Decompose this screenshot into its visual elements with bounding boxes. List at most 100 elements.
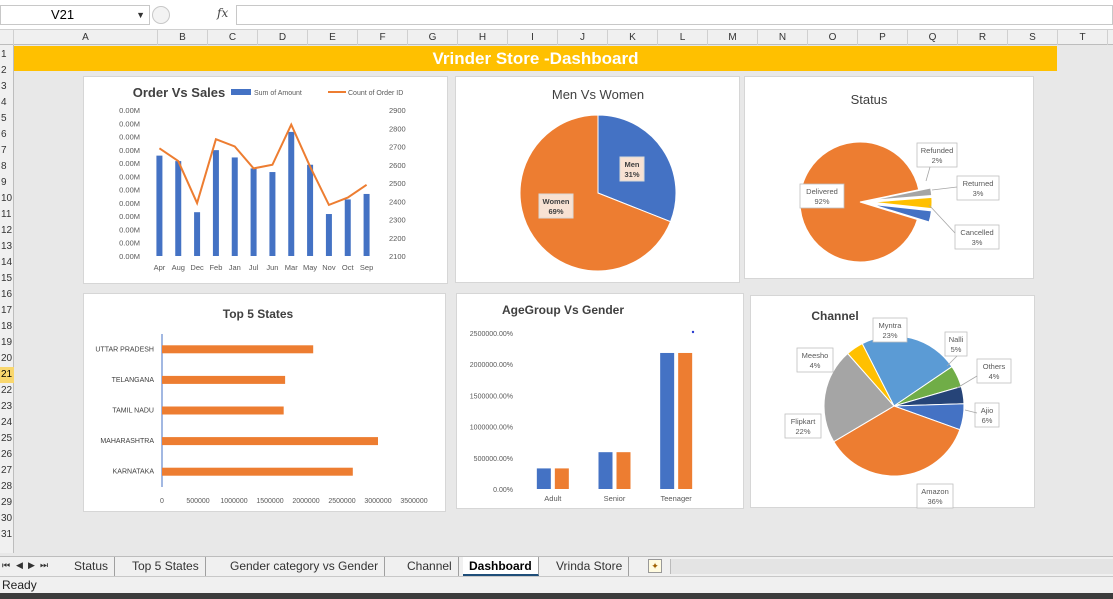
next-sheet-icon[interactable]: ▶ [28, 560, 35, 571]
status-refunded-label: Refunded [921, 146, 954, 155]
ovs-left-tick: 0.00M [119, 159, 140, 168]
column-header-t[interactable]: T [1058, 30, 1108, 45]
column-header-l[interactable]: L [658, 30, 708, 45]
states-bar-uttar-pradesh [162, 345, 314, 354]
row-header-26[interactable]: 26 [0, 447, 14, 463]
column-header-q[interactable]: Q [908, 30, 958, 45]
column-header-e[interactable]: E [308, 30, 358, 45]
column-header-f[interactable]: F [358, 30, 408, 45]
column-header-n[interactable]: N [758, 30, 808, 45]
ovs-bar-mar [288, 131, 295, 256]
row-header-31[interactable]: 31 [0, 527, 14, 543]
age-bar-adult-series-2 [554, 468, 569, 489]
tab-channel[interactable]: Channel [401, 557, 459, 576]
age-x-tick: Teenager [661, 494, 693, 503]
row-header-9[interactable]: 9 [0, 175, 14, 191]
row-header-19[interactable]: 19 [0, 335, 14, 351]
column-header-j[interactable]: J [558, 30, 608, 45]
row-header-20[interactable]: 20 [0, 351, 14, 367]
tab-dashboard[interactable]: Dashboard [463, 557, 539, 576]
column-header-h[interactable]: H [458, 30, 508, 45]
order-vs-sales-chart[interactable]: Order Vs Sales Sum of Amount Count of Orde… [83, 76, 448, 284]
men-vs-women-chart[interactable]: Men Vs Women Men 31% Women 69% [455, 76, 740, 283]
row-header-15[interactable]: 15 [0, 271, 14, 287]
row-header-18[interactable]: 18 [0, 319, 14, 335]
status-chart[interactable]: Status Delivered 92% Refunded 2% Returned 3% Ca… [744, 76, 1034, 279]
row-header-11[interactable]: 11 [0, 207, 14, 223]
age-bar-teenager-series-2 [678, 352, 693, 489]
column-header-o[interactable]: O [808, 30, 858, 45]
column-header-i[interactable]: I [508, 30, 558, 45]
column-header-g[interactable]: G [408, 30, 458, 45]
row-header-10[interactable]: 10 [0, 191, 14, 207]
ovs-bar-jun [269, 172, 276, 256]
status-text: Ready [2, 578, 37, 592]
ovs-x-tick: Mar [285, 263, 298, 272]
tab-gender-category-vs-gender[interactable]: Gender category vs Gender [224, 557, 386, 576]
name-box-value: V21 [51, 7, 75, 22]
status-refunded-pct: 2% [932, 156, 943, 165]
ovs-right-tick: 2600 [389, 161, 406, 170]
column-header-m[interactable]: M [708, 30, 758, 45]
row-header-30[interactable]: 30 [0, 511, 14, 527]
channel-chart[interactable]: Channel Myntra 23% Nalli 5% Others 4% Ajio 6% Ama… [750, 295, 1035, 509]
states-category-label: TELANGANA [112, 377, 155, 384]
column-header-b[interactable]: B [158, 30, 208, 45]
agegroup-vs-gender-chart[interactable]: AgeGroup Vs Gender 2500000.00% 2000000.00%… [456, 293, 744, 509]
sheet-tabs-bar: ⏮ ◀ ▶ ⏭ Status Top 5 States Gender categ… [0, 556, 1113, 576]
row-header-12[interactable]: 12 [0, 223, 14, 239]
status-cancelled-pct: 3% [972, 238, 983, 247]
row-header-21[interactable]: 21 [0, 367, 14, 383]
row-header-23[interactable]: 23 [0, 399, 14, 415]
column-header-k[interactable]: K [608, 30, 658, 45]
row-header-3[interactable]: 3 [0, 79, 14, 95]
row-header-5[interactable]: 5 [0, 111, 14, 127]
row-header-6[interactable]: 6 [0, 127, 14, 143]
row-header-29[interactable]: 29 [0, 495, 14, 511]
channel-leader-line-1 [946, 355, 958, 367]
row-header-13[interactable]: 13 [0, 239, 14, 255]
row-header-1[interactable]: 1 [0, 47, 14, 63]
mvw-pct-women: 69% [548, 207, 563, 216]
states-x-tick: 500000 [186, 498, 209, 505]
chevron-down-icon[interactable]: ▼ [136, 6, 145, 24]
tab-vrinda-store[interactable]: Vrinda Store [550, 557, 630, 576]
age-y-tick: 1000000.00% [470, 425, 513, 432]
prev-sheet-icon[interactable]: ◀ [16, 560, 23, 571]
column-header-a[interactable]: A [14, 30, 158, 45]
first-sheet-icon[interactable]: ⏮ [2, 560, 10, 571]
column-header-s[interactable]: S [1008, 30, 1058, 45]
tab-top-5-states[interactable]: Top 5 States [126, 557, 206, 576]
column-header-c[interactable]: C [208, 30, 258, 45]
fx-icon[interactable]: fx [217, 6, 228, 20]
row-header-8[interactable]: 8 [0, 159, 14, 175]
age-y-tick: 0.00% [493, 487, 513, 494]
tab-status[interactable]: Status [68, 557, 116, 576]
row-header-7[interactable]: 7 [0, 143, 14, 159]
new-sheet-icon[interactable]: ✦ [648, 559, 662, 573]
row-header-16[interactable]: 16 [0, 287, 14, 303]
states-bar-karnataka [162, 467, 353, 476]
column-header-d[interactable]: D [258, 30, 308, 45]
status-returned-label: Returned [963, 179, 994, 188]
row-header-14[interactable]: 14 [0, 255, 14, 271]
formula-input[interactable] [236, 5, 1113, 25]
row-header-28[interactable]: 28 [0, 479, 14, 495]
row-header-4[interactable]: 4 [0, 95, 14, 111]
mvw-label-women: Women [543, 197, 570, 206]
row-header-24[interactable]: 24 [0, 415, 14, 431]
last-sheet-icon[interactable]: ⏭ [40, 560, 48, 571]
row-header-27[interactable]: 27 [0, 463, 14, 479]
channel-flipkart-label: Flipkart [791, 417, 817, 426]
top5-states-chart[interactable]: Top 5 States UTTAR PRADESH TELANGANA TAMIL … [83, 293, 446, 512]
row-header-25[interactable]: 25 [0, 431, 14, 447]
horizontal-scrollbar[interactable] [670, 559, 1113, 574]
name-box[interactable]: V21 ▼ [0, 5, 150, 25]
row-header-22[interactable]: 22 [0, 383, 14, 399]
column-header-r[interactable]: R [958, 30, 1008, 45]
select-all-corner[interactable] [0, 30, 14, 45]
column-header-p[interactable]: P [858, 30, 908, 45]
row-header-17[interactable]: 17 [0, 303, 14, 319]
row-header-2[interactable]: 2 [0, 63, 14, 79]
channel-amazon-pct: 36% [927, 497, 942, 506]
